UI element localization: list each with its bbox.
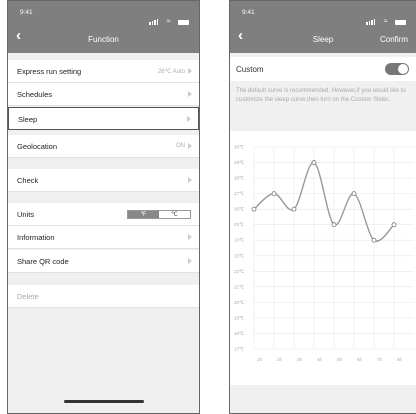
y-tick-label: 25℃: [234, 222, 245, 227]
curve-point-handle[interactable]: [331, 222, 337, 228]
row-label: Schedules: [17, 90, 53, 99]
sleep-screen: 9:41 ≈ ‹ Sleep Confirm Custom The defaul…: [229, 0, 416, 414]
y-tick-label: 19℃: [234, 315, 245, 320]
y-tick-label: 28℃: [234, 176, 245, 181]
row-share-qr-code[interactable]: Share QR code: [8, 250, 199, 273]
curve-point-handle[interactable]: [291, 206, 297, 212]
y-tick-label: 27℃: [234, 191, 245, 196]
row-label: Sleep: [18, 115, 38, 124]
custom-row: Custom: [230, 57, 416, 81]
y-tick-label: 24℃: [234, 238, 245, 243]
y-tick-label: 23℃: [234, 253, 245, 258]
row-label: Check: [17, 176, 39, 185]
row-label: Information: [17, 233, 55, 242]
row-delete[interactable]: Delete: [8, 285, 199, 308]
y-tick-label: 22℃: [234, 269, 245, 274]
chevron-right-icon: [188, 91, 192, 97]
custom-toggle[interactable]: [385, 63, 409, 75]
sleep-curve-panel: 30℃ 29℃ 28℃ 27℃ 26℃ 25℃ 24℃ 23℃ 22℃ 21℃ 20℃ 19℃ 18℃ 1…: [230, 131, 416, 385]
toggle-knob: [398, 64, 408, 74]
status-time: 9:41: [242, 9, 255, 16]
y-tick-label: 29℃: [234, 160, 245, 165]
sleep-curve-chart[interactable]: 30℃ 29℃ 28℃ 27℃ 26℃ 25℃ 24℃ 23℃ 22℃ 21℃ 20℃ 19℃ 18℃ 1…: [230, 131, 416, 385]
confirm-button[interactable]: Confirm: [380, 35, 408, 44]
signal-icon: [149, 22, 151, 25]
chevron-right-icon: [187, 116, 191, 122]
curve-point-handle[interactable]: [271, 191, 277, 197]
x-tick-label: 6h: [357, 357, 363, 362]
row-value: 26℃ Auto: [157, 69, 185, 75]
header-bar: 9:41 ≈ ‹ Sleep Confirm: [230, 1, 416, 53]
row-label: Geolocation: [17, 142, 58, 151]
x-tick-label: 1h: [257, 357, 263, 362]
status-icons: ≈: [149, 7, 189, 25]
x-tick-label: 4h: [317, 357, 323, 362]
x-tick-label: 2h: [277, 357, 283, 362]
curve-point-handle[interactable]: [251, 206, 257, 212]
header-bar: 9:41 ≈ ‹ Function: [8, 1, 199, 53]
status-time: 9:41: [20, 9, 33, 16]
row-label: Delete: [17, 292, 39, 301]
y-tick-label: 20℃: [234, 300, 245, 305]
row-schedules[interactable]: Schedules: [8, 83, 199, 106]
row-value: ON: [176, 143, 185, 149]
row-label: Express run setting: [17, 67, 82, 76]
y-tick-label: 17℃: [234, 347, 245, 352]
custom-description: The default curve is recommended. Howeve…: [236, 88, 406, 103]
function-screen: 9:41 ≈ ‹ Function Express run setting 26…: [7, 0, 200, 414]
row-label: Share QR code: [17, 257, 69, 266]
chevron-right-icon: [188, 143, 192, 149]
chevron-right-icon: [188, 68, 192, 74]
fahrenheit-option[interactable]: ℉: [128, 211, 159, 218]
row-units: Units ℉ ℃: [8, 203, 199, 226]
curve-point-handle[interactable]: [371, 237, 377, 243]
status-icons: ≈: [366, 7, 406, 25]
signal-icon: [366, 22, 368, 25]
units-toggle[interactable]: ℉ ℃: [127, 210, 191, 219]
wifi-icon: ≈: [383, 18, 388, 25]
chevron-right-icon: [188, 234, 192, 240]
row-geolocation[interactable]: Geolocation ON: [8, 135, 199, 158]
sleep-curve-line: [253, 161, 395, 242]
chevron-right-icon: [188, 177, 192, 183]
celsius-option[interactable]: ℃: [159, 211, 190, 218]
row-label: Units: [17, 210, 35, 219]
row-information[interactable]: Information: [8, 226, 199, 249]
row-sleep[interactable]: Sleep: [8, 107, 199, 130]
x-tick-label: 5h: [337, 357, 343, 362]
x-tick-label: 7h: [377, 357, 383, 362]
curve-point-handle[interactable]: [351, 191, 357, 197]
battery-icon: [395, 20, 406, 25]
curve-point-handle[interactable]: [391, 222, 397, 228]
home-indicator: [64, 400, 144, 403]
y-tick-label: 18℃: [234, 331, 245, 336]
wifi-icon: ≈: [166, 18, 171, 25]
curve-point-handle[interactable]: [311, 160, 317, 165]
y-tick-label: 21℃: [234, 284, 245, 289]
page-title: Function: [88, 35, 119, 44]
chevron-right-icon: [188, 258, 192, 264]
y-tick-label: 30℃: [234, 145, 245, 150]
row-express-run-setting[interactable]: Express run setting 26℃ Auto: [8, 60, 199, 83]
custom-label: Custom: [236, 65, 264, 74]
x-tick-label: 8h: [397, 357, 403, 362]
battery-icon: [178, 20, 189, 25]
y-tick-label: 26℃: [234, 207, 245, 212]
row-check[interactable]: Check: [8, 169, 199, 192]
x-tick-label: 3h: [297, 357, 303, 362]
